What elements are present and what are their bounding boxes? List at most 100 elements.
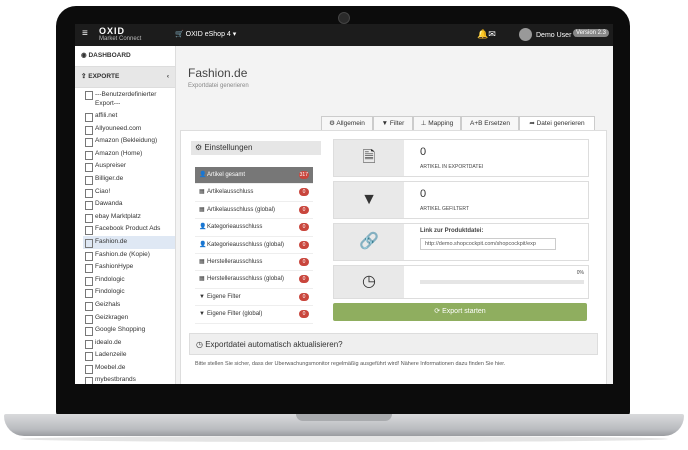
link-field[interactable]: http://demo.shopcockpit.com/shopcockpit/… xyxy=(420,238,556,250)
count-badge: 0 xyxy=(299,188,309,197)
tab-allgemein[interactable]: ⚙ Allgemein xyxy=(321,116,373,130)
export-start-button[interactable]: ⟳ Export starten xyxy=(333,303,587,321)
sidebar-item[interactable]: idealo.de xyxy=(83,337,175,350)
sidebar-item-label: Geizkragen xyxy=(95,313,129,321)
tab-datei-generieren[interactable]: ➦ Datei generieren xyxy=(519,116,595,131)
sidebar-item[interactable]: Fashion.de (Kopie) xyxy=(83,249,175,262)
sidebar-item[interactable]: Ciao! xyxy=(83,186,175,199)
sidebar-item-label: Moebel.de xyxy=(95,363,126,371)
exported-card: 🗎 0 ARTIKEL IN EXPORTDATEI xyxy=(333,139,589,177)
shop-selector[interactable]: 🛒 OXID eShop 4 ▾ xyxy=(175,30,236,38)
sidebar-item-label: Fashion.de xyxy=(95,237,128,245)
exported-count: 0 xyxy=(420,146,427,158)
sidebar-item[interactable]: ebay Marktplatz xyxy=(83,211,175,224)
sidebar-item[interactable]: Auspreiser xyxy=(83,160,175,173)
chevron-left-icon: ‹ xyxy=(166,73,169,80)
settings-item[interactable]: ▼ Eigene Filter (global) 0 xyxy=(195,306,313,324)
sidebar-item[interactable]: Ladenzeile xyxy=(83,349,175,362)
sidebar-item[interactable]: Billiger.de xyxy=(83,173,175,186)
sidebar-item-label: mybestbrands xyxy=(95,376,136,384)
settings-item[interactable]: 👤 Kategorieausschluss 0 xyxy=(195,219,313,237)
file-icon xyxy=(85,276,93,286)
sidebar-item[interactable]: Fashion.de xyxy=(83,235,175,249)
sidebar-item[interactable]: Amazon (Home) xyxy=(83,148,175,161)
settings-item[interactable]: ▦ Artikelausschluss (global) 0 xyxy=(195,202,313,220)
sidebar-item-label: Billiger.de xyxy=(95,174,124,182)
nav-dashboard[interactable]: ◉ DASHBOARD xyxy=(75,46,175,67)
sidebar-item[interactable]: Moebel.de xyxy=(83,362,175,375)
sidebar-item[interactable]: Allyouneed.com xyxy=(83,123,175,136)
clock-icon: ◷ xyxy=(362,273,376,290)
settings-item-label: Artikelausschluss (global) xyxy=(207,206,276,213)
sidebar-item[interactable]: Facebook Product Ads xyxy=(83,223,175,236)
tab-filter[interactable]: ▼ Filter xyxy=(373,116,413,130)
tab-ersetzen[interactable]: A+B Ersetzen xyxy=(461,116,519,130)
nav-exporte-label: EXPORTE xyxy=(88,73,120,80)
dashboard-icon: ◉ xyxy=(81,52,87,59)
settings-heading[interactable]: ⚙ Einstellungen xyxy=(191,141,321,155)
nav-exporte[interactable]: ⇪ EXPORTE ‹ xyxy=(75,67,175,88)
filtered-label: ARTIKEL GEFILTERT xyxy=(420,206,469,212)
filter-icon: ▼ xyxy=(199,293,205,300)
file-icon xyxy=(85,91,93,100)
filtered-card: ▼ 0 ARTIKEL GEFILTERT xyxy=(333,181,589,219)
count-badge: 317 xyxy=(298,171,309,179)
filtered-count: 0 xyxy=(420,188,427,200)
sidebar-item[interactable]: Dawanda xyxy=(83,198,175,211)
settings-item-label: Eigene Filter (global) xyxy=(207,311,263,318)
generate-panel: ⚙ Einstellungen 👤 Artikel gesamt 317 ▦ Artik… xyxy=(180,130,607,384)
settings-item[interactable]: ▦ Artikelausschluss 0 xyxy=(195,184,313,202)
sidebar-item[interactable]: affili.net xyxy=(83,110,175,123)
share-icon: ➦ xyxy=(529,120,535,127)
settings-item[interactable]: ▦ Herstellerausschluss 0 xyxy=(195,254,313,272)
auto-update-heading[interactable]: ◷ Exportdatei automatisch aktualisieren? xyxy=(189,333,598,355)
sidebar-item-label: affili.net xyxy=(95,112,118,119)
tab-mapping[interactable]: ⊥ Mapping xyxy=(413,116,461,130)
sidebar-item-label: Ciao! xyxy=(95,187,111,195)
sidebar-item[interactable]: Geizkragen xyxy=(83,312,175,325)
user-name: Demo User xyxy=(536,32,572,39)
sidebar-item-label: Amazon (Home) xyxy=(95,149,143,157)
file-icon xyxy=(85,251,93,261)
link-icon-box: 🔗 xyxy=(334,224,404,260)
count-badge: 0 xyxy=(299,205,309,214)
progress-bar xyxy=(420,280,584,284)
gear-icon: ⚙ xyxy=(195,143,203,152)
tab-allgemein-label: Allgemein xyxy=(336,120,365,127)
page-subtitle: Exportdatei generieren xyxy=(188,83,249,89)
sidebar-item[interactable]: FashionHype xyxy=(83,261,175,274)
file-icon xyxy=(85,314,93,324)
avatar[interactable] xyxy=(519,28,532,41)
sidebar-item-label: Auspreiser xyxy=(95,162,127,170)
settings-item[interactable]: ▦ Herstellerausschluss (global) 0 xyxy=(195,271,313,289)
user-menu[interactable]: Demo User ▾ xyxy=(536,31,577,39)
menu-icon[interactable]: ≡ xyxy=(82,29,88,39)
camera xyxy=(338,12,350,24)
screen: ≡ OXID Market Connect 🛒 OXID eShop 4 ▾ 🔔… xyxy=(75,24,613,384)
sidebar-item[interactable]: mybestbrands xyxy=(83,374,175,384)
sidebar-item[interactable]: Google Shopping xyxy=(83,324,175,337)
progress-percent: 0% xyxy=(576,270,584,276)
settings-item-label: Artikelausschluss xyxy=(207,189,254,196)
sidebar-item[interactable]: Findologic xyxy=(83,286,175,299)
sidebar-item[interactable]: ---Benutzerdefinierter Export--- xyxy=(83,88,175,110)
settings-item-label: Kategorieausschluss xyxy=(207,224,263,231)
sidebar-item-label: FashionHype xyxy=(95,263,134,271)
settings-item-label: Artikel gesamt xyxy=(207,172,246,178)
sidebar-item-label: Ladenzeile xyxy=(95,351,127,359)
bell-icon[interactable]: 🔔✉ xyxy=(477,29,496,40)
sidebar-item[interactable]: Geizhals xyxy=(83,299,175,312)
file-icon xyxy=(85,213,93,223)
user-icon: 👤 xyxy=(199,172,207,178)
logo[interactable]: OXID Market Connect xyxy=(99,27,141,43)
filtered-icon-box: ▼ xyxy=(334,182,404,218)
sidebar-item-label: Fashion.de (Kopie) xyxy=(95,250,150,258)
sidebar-item[interactable]: Amazon (Bekleidung) xyxy=(83,135,175,148)
tab-mapping-label: Mapping xyxy=(428,120,454,127)
settings-item[interactable]: 👤 Artikel gesamt 317 xyxy=(195,167,313,185)
settings-item-label: Kategorieausschluss (global) xyxy=(207,241,285,248)
settings-item[interactable]: ▼ Eigene Filter 0 xyxy=(195,289,313,307)
sidebar-item[interactable]: Findologic xyxy=(83,274,175,287)
top-bar: ≡ OXID Market Connect 🛒 OXID eShop 4 ▾ 🔔… xyxy=(75,24,613,46)
settings-item[interactable]: 👤 Kategorieausschluss (global) 0 xyxy=(195,237,313,254)
